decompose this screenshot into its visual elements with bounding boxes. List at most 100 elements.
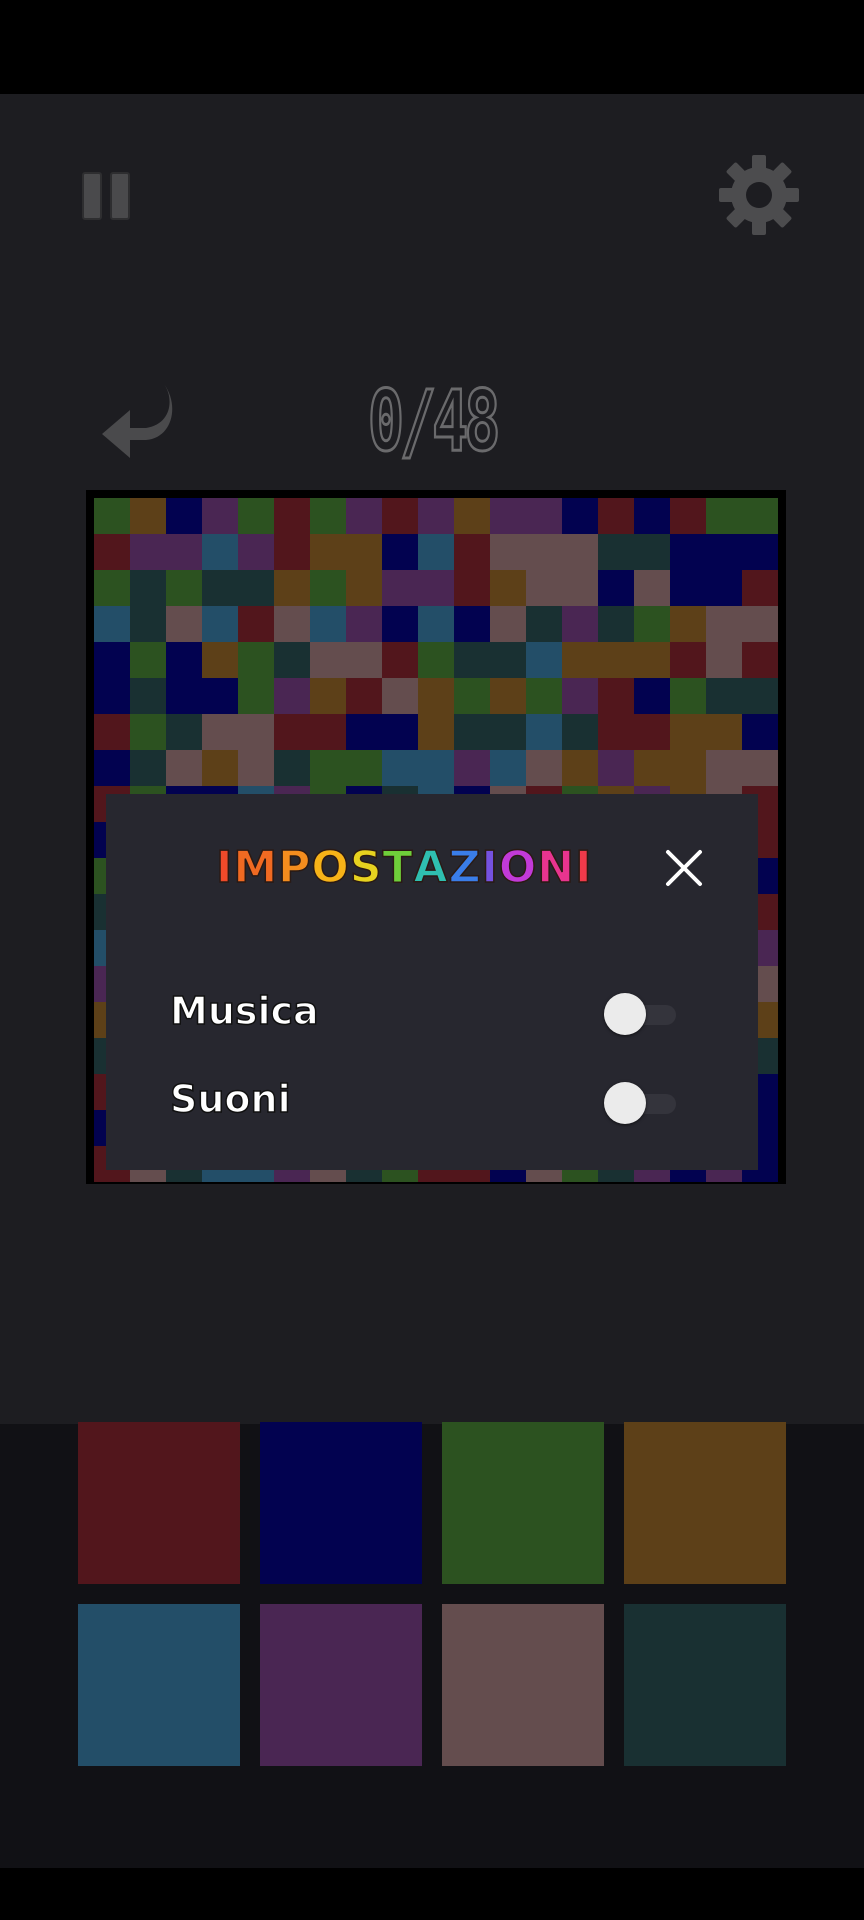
board-cell [382,606,418,642]
color-swatch[interactable] [442,1604,604,1766]
board-cell [598,750,634,786]
board-cell [634,750,670,786]
board-cell [274,714,310,750]
board-cell [670,750,706,786]
board-cell [310,714,346,750]
board-cell [202,534,238,570]
sounds-toggle[interactable] [604,1082,676,1126]
board-cell [598,642,634,678]
board-cell [490,606,526,642]
board-cell [238,498,274,534]
settings-dialog: IMPOSTAZIONI Musica Suoni [106,794,758,1170]
title-letter: O [311,841,350,894]
board-cell [562,714,598,750]
board-cell [382,642,418,678]
board-cell [742,570,778,606]
board-cell [310,498,346,534]
close-icon[interactable] [664,848,704,888]
board-cell [742,498,778,534]
board-cell [562,570,598,606]
board-cell [238,534,274,570]
color-swatch[interactable] [260,1604,422,1766]
board-cell [634,606,670,642]
board-cell [742,606,778,642]
board-cell [382,498,418,534]
color-swatch[interactable] [78,1604,240,1766]
board-cell [490,570,526,606]
board-cell [94,570,130,606]
board-cell [202,750,238,786]
board-cell [526,498,562,534]
board-cell [418,606,454,642]
board-cell [490,534,526,570]
board-cell [166,606,202,642]
board-cell [526,642,562,678]
board-cell [202,642,238,678]
board-cell [526,534,562,570]
board-cell [274,570,310,606]
palette-row-1 [78,1422,786,1584]
board-cell [202,714,238,750]
color-swatch[interactable] [260,1422,422,1584]
board-cell [490,498,526,534]
game-screen: 0/48 IMPOSTAZIONI Musica Suoni [0,94,864,1868]
progress-counter: 0/48 [367,371,502,472]
board-cell [526,750,562,786]
board-cell [346,570,382,606]
title-letter: I [481,841,499,894]
title-letter: A [413,841,449,894]
board-cell [418,750,454,786]
board-cell [310,606,346,642]
pause-button[interactable] [82,172,130,220]
board-cell [454,534,490,570]
board-cell [274,534,310,570]
board-cell [634,714,670,750]
board-cell [238,714,274,750]
board-cell [382,714,418,750]
board-cell [490,642,526,678]
board-cell [94,498,130,534]
play-area: 0/48 IMPOSTAZIONI Musica Suoni [0,94,864,1424]
board-cell [382,750,418,786]
board-cell [94,714,130,750]
board-cell [274,498,310,534]
music-toggle[interactable] [604,993,676,1037]
board-cell [346,678,382,714]
color-swatch[interactable] [624,1604,786,1766]
board-cell [634,498,670,534]
board-cell [670,642,706,678]
board-cell [670,498,706,534]
gear-icon[interactable] [718,154,800,236]
board-cell [94,606,130,642]
board-cell [274,750,310,786]
pause-bar-left [82,172,102,220]
board-cell [166,642,202,678]
board-cell [130,534,166,570]
board-cell [202,606,238,642]
board-cell [634,570,670,606]
music-label: Musica [169,988,319,1034]
board-cell [346,750,382,786]
board-cell [742,750,778,786]
board-cell [706,606,742,642]
board-cell [598,498,634,534]
color-swatch[interactable] [624,1422,786,1584]
undo-arrow-icon[interactable] [100,382,176,462]
board-cell [634,534,670,570]
color-swatch[interactable] [78,1422,240,1584]
title-letter: T [382,841,414,894]
board-cell [418,570,454,606]
color-swatch[interactable] [442,1422,604,1584]
board-cell [130,606,166,642]
palette-row-2 [78,1604,786,1766]
board-cell [418,642,454,678]
board-cell [526,606,562,642]
board-cell [310,570,346,606]
board-cell [706,570,742,606]
board-cell [598,714,634,750]
board-cell [238,642,274,678]
board-cell [706,750,742,786]
board-cell [454,606,490,642]
board-cell [238,606,274,642]
board-cell [202,498,238,534]
